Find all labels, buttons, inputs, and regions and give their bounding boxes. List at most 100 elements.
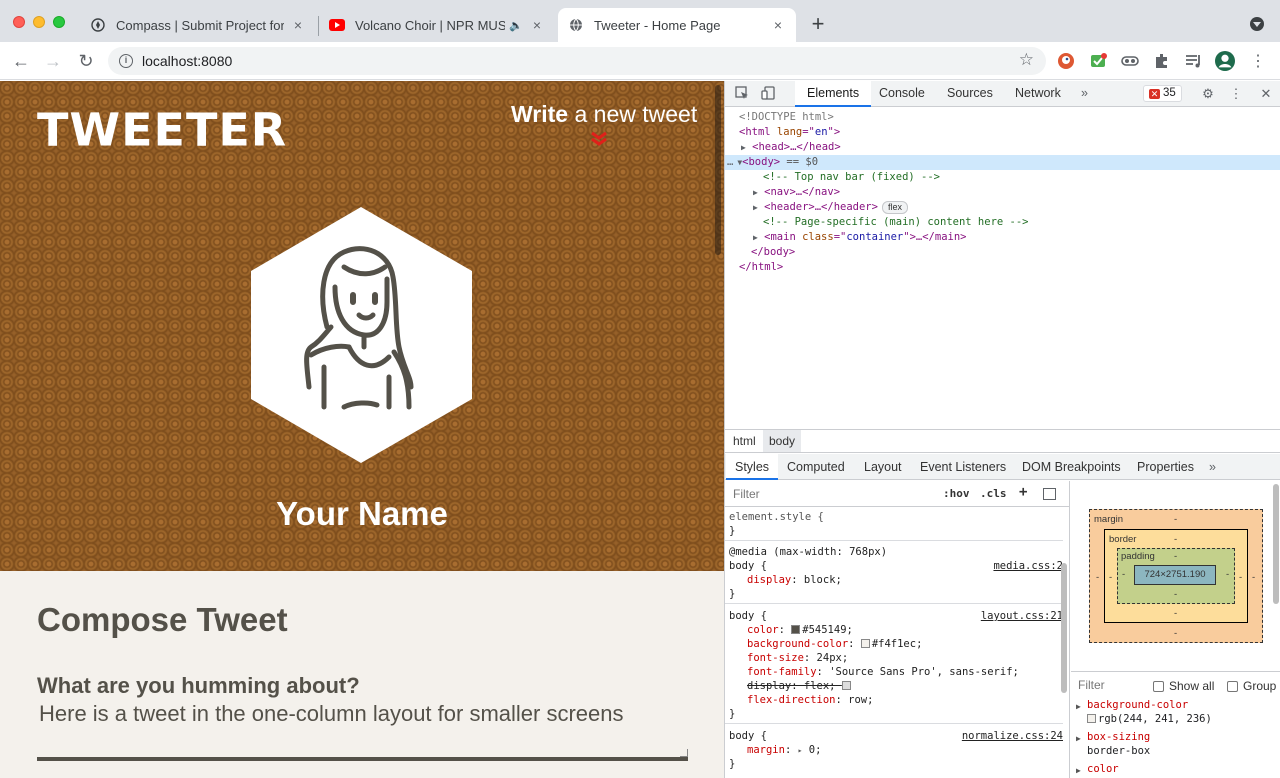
- breadcrumb-body[interactable]: body: [763, 430, 802, 452]
- expand-shorthand-icon[interactable]: ▸: [798, 746, 803, 755]
- error-count-badge[interactable]: ✕ 35: [1143, 85, 1182, 102]
- expand-triangle-icon[interactable]: ▶: [1076, 734, 1081, 743]
- tab-volcano-choir[interactable]: Volcano Choir | NPR MUSIC 🔈 ×: [319, 8, 555, 42]
- browser-menu-icon[interactable]: ⋮: [1248, 51, 1268, 71]
- inspect-element-icon[interactable]: [734, 86, 750, 102]
- element-style-selector[interactable]: element.style {: [729, 510, 824, 524]
- box-model-border[interactable]: border - - - - padding - - - - 724×2751.…: [1104, 529, 1248, 623]
- checkbox-box[interactable]: [1227, 680, 1238, 692]
- device-toggle-icon[interactable]: [760, 86, 776, 102]
- dom-nav[interactable]: ▶ <nav>…</nav>: [753, 185, 840, 200]
- dom-comment-nav[interactable]: <!-- Top nav bar (fixed) -->: [763, 170, 940, 185]
- tab-dom-breakpoints[interactable]: DOM Breakpoints: [1022, 454, 1121, 480]
- dom-html-close[interactable]: </html>: [739, 260, 783, 275]
- expand-triangle-icon[interactable]: ▶: [753, 188, 758, 197]
- dom-body-close[interactable]: </body>: [751, 245, 795, 260]
- rule-body-media[interactable]: body {: [729, 559, 767, 573]
- reload-icon[interactable]: ↻: [75, 50, 97, 72]
- color-swatch[interactable]: [860, 639, 870, 648]
- tab-compass[interactable]: Compass | Submit Project for E ×: [80, 8, 316, 42]
- double-chevron-down-icon[interactable]: [590, 131, 608, 147]
- computed-scrollbar[interactable]: [1273, 484, 1279, 604]
- tab-tweeter[interactable]: Tweeter - Home Page ×: [558, 8, 796, 42]
- tweet-text-value[interactable]: Here is a tweet in the one-column layout…: [39, 701, 623, 727]
- decl-display-block[interactable]: display: block;: [747, 573, 842, 587]
- rule-body-normalize[interactable]: body {: [729, 729, 767, 743]
- profile-avatar-icon[interactable]: [1215, 51, 1235, 71]
- close-devtools-icon[interactable]: ✕: [1258, 86, 1274, 102]
- minimize-window-button[interactable]: [33, 16, 45, 28]
- more-dots-icon[interactable]: …: [725, 156, 733, 168]
- layout-css-link[interactable]: layout.css:21: [981, 609, 1063, 623]
- page-scrollbar[interactable]: [715, 85, 721, 255]
- computed-prop-box-sizing[interactable]: box-sizing: [1087, 731, 1150, 743]
- cls-button[interactable]: .cls: [980, 487, 1007, 500]
- close-tab-icon[interactable]: ×: [529, 17, 545, 33]
- color-swatch[interactable]: [791, 625, 801, 634]
- group-checkbox[interactable]: Group: [1227, 679, 1276, 693]
- checklist-extension-icon[interactable]: [1088, 51, 1108, 71]
- box-model-padding[interactable]: padding - - - - 724×2751.190: [1117, 548, 1235, 604]
- glasses-extension-icon[interactable]: [1120, 51, 1140, 71]
- computed-prop-color[interactable]: color: [1087, 763, 1119, 775]
- duckduckgo-extension-icon[interactable]: [1056, 51, 1076, 71]
- tab-event-listeners[interactable]: Event Listeners: [920, 454, 1006, 480]
- tab-layout[interactable]: Layout: [864, 454, 902, 480]
- dom-header[interactable]: ▶ <header>…</header> flex: [753, 200, 908, 215]
- decl-display-flex-overridden[interactable]: display: flex;: [747, 679, 853, 693]
- decl-margin[interactable]: margin: ▸ 0;: [747, 743, 821, 757]
- resize-grip-icon[interactable]: [680, 749, 688, 757]
- dom-body-selected[interactable]: … ▼<body> == $0: [725, 155, 1280, 170]
- styles-scrollbar[interactable]: [1061, 563, 1067, 693]
- new-tab-button[interactable]: +: [808, 13, 828, 35]
- box-model-margin[interactable]: margin - - - - border - - - - padding - …: [1089, 509, 1263, 643]
- tab-network[interactable]: Network: [1015, 81, 1061, 107]
- decl-font-size[interactable]: font-size: 24px;: [747, 651, 848, 665]
- tab-sources[interactable]: Sources: [947, 81, 993, 107]
- expand-triangle-icon[interactable]: ▶: [1076, 702, 1081, 711]
- flex-badge[interactable]: flex: [881, 201, 908, 214]
- close-window-button[interactable]: [13, 16, 25, 28]
- breadcrumb-html[interactable]: html: [727, 430, 762, 452]
- maximize-window-button[interactable]: [53, 16, 65, 28]
- devtools-menu-icon[interactable]: ⋮: [1228, 86, 1244, 102]
- tweet-textarea[interactable]: Here is a tweet in the one-column layout…: [37, 697, 688, 757]
- puzzle-extensions-icon[interactable]: [1152, 51, 1172, 71]
- audio-playing-icon[interactable]: 🔈: [509, 19, 523, 32]
- decl-flex-direction[interactable]: flex-direction: row;: [747, 693, 873, 707]
- dom-comment-main[interactable]: <!-- Page-specific (main) content here -…: [763, 215, 1029, 230]
- checkbox-box[interactable]: [1153, 680, 1164, 692]
- close-tab-icon[interactable]: ×: [290, 17, 306, 33]
- dom-html-open[interactable]: <html lang="en">: [739, 125, 840, 140]
- tab-computed[interactable]: Computed: [787, 454, 845, 480]
- box-model-content[interactable]: 724×2751.190: [1134, 565, 1216, 585]
- expand-triangle-icon[interactable]: ▶: [753, 233, 758, 242]
- new-rule-plus-icon[interactable]: +: [1019, 484, 1027, 500]
- forward-arrow-icon[interactable]: →: [42, 50, 64, 72]
- normalize-css-link[interactable]: normalize.css:24: [962, 729, 1063, 743]
- rule-body-layout[interactable]: body {: [729, 609, 767, 623]
- media-css-link[interactable]: media.css:2: [993, 559, 1063, 573]
- decl-font-family[interactable]: font-family: 'Source Sans Pro', sans-ser…: [747, 665, 1019, 679]
- expand-triangle-icon[interactable]: ▶: [1076, 766, 1081, 775]
- flex-editor-icon[interactable]: [841, 681, 851, 690]
- write-new-tweet-link[interactable]: Write a new tweet: [511, 101, 697, 128]
- tab-elements[interactable]: Elements: [795, 81, 872, 107]
- decl-color[interactable]: color: #545149;: [747, 623, 853, 637]
- computed-filter-input[interactable]: Filter: [1078, 678, 1105, 692]
- more-panels-chevron-icon[interactable]: »: [1209, 454, 1216, 480]
- expand-triangle-icon[interactable]: ▶: [741, 143, 746, 152]
- bookmark-star-icon[interactable]: ☆: [1019, 50, 1034, 70]
- dom-head[interactable]: ▶ <head>…</head>: [741, 140, 841, 155]
- settings-gear-icon[interactable]: ⚙: [1200, 86, 1216, 102]
- styles-filter-input[interactable]: Filter: [733, 487, 760, 501]
- toggle-sidebar-icon[interactable]: [1043, 488, 1056, 500]
- tab-search-icon[interactable]: [1250, 17, 1264, 31]
- close-tab-icon[interactable]: ×: [770, 17, 786, 33]
- address-bar[interactable]: i localhost:8080 ☆: [108, 47, 1046, 75]
- more-tabs-chevron-icon[interactable]: »: [1081, 81, 1088, 107]
- expand-triangle-icon[interactable]: ▶: [753, 203, 758, 212]
- color-swatch[interactable]: [1087, 714, 1096, 723]
- tab-properties[interactable]: Properties: [1137, 454, 1194, 480]
- tab-styles[interactable]: Styles: [726, 454, 779, 480]
